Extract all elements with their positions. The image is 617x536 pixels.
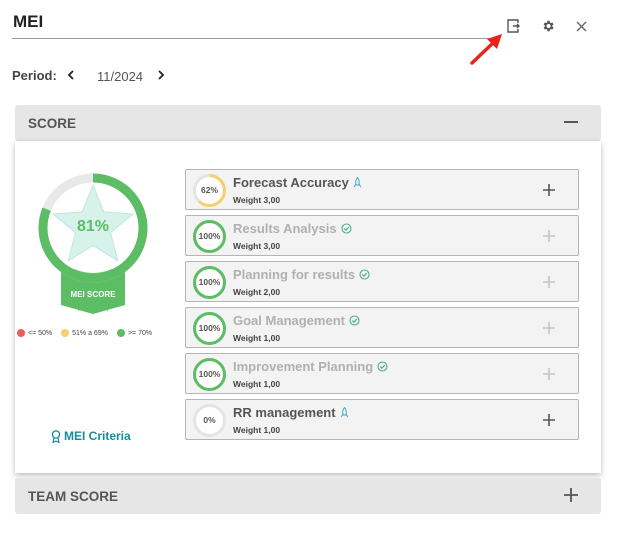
kpi-weight: Weight 1,00 <box>233 333 281 343</box>
mei-score-percent: 81% <box>76 218 110 235</box>
annotation-arrow-icon <box>470 34 502 65</box>
score-section-header[interactable]: SCORE <box>15 105 601 141</box>
legend-item-mid: 51% a 69% <box>61 329 108 337</box>
expand-plus-icon[interactable] <box>540 273 558 291</box>
expand-plus-icon[interactable] <box>540 411 558 429</box>
kpi-name: Planning for results <box>233 267 370 282</box>
kpi-weight: Weight 3,00 <box>233 195 281 205</box>
check-circle-icon <box>341 223 352 234</box>
kpi-row[interactable]: 62% Forecast Accuracy Weight 3,00 <box>185 169 579 210</box>
export-icon[interactable] <box>503 16 523 36</box>
kpi-weight: Weight 3,00 <box>233 241 281 251</box>
kpi-score: 100% <box>198 323 221 333</box>
kpi-row[interactable]: 0% RR management Weight 1,00 <box>185 399 579 440</box>
mei-score-badge: 81% MEI SCORE <box>34 173 152 315</box>
check-circle-icon <box>349 315 360 326</box>
team-score-section-header[interactable]: TEAM SCORE <box>15 478 601 514</box>
kpi-weight: Weight 1,00 <box>233 379 281 389</box>
kpi-name: RR management <box>233 405 349 420</box>
expand-plus-icon[interactable] <box>540 227 558 245</box>
chevron-left-icon[interactable] <box>64 66 78 84</box>
check-circle-icon <box>377 361 388 372</box>
kpi-name: Improvement Planning <box>233 359 388 374</box>
mei-score-label: MEI SCORE <box>70 290 116 299</box>
chevron-right-icon[interactable] <box>154 66 168 84</box>
kpi-row[interactable]: 100% Results Analysis Weight 3,00 <box>185 215 579 256</box>
minus-icon[interactable] <box>561 112 581 132</box>
legend-item-low: <= 50% <box>17 329 52 337</box>
close-icon[interactable] <box>571 16 591 36</box>
kpi-row[interactable]: 100% Planning for results Weight 2,00 <box>185 261 579 302</box>
kpi-score: 100% <box>198 369 221 379</box>
rocket-icon <box>353 177 362 188</box>
period-label: Period: <box>12 68 57 83</box>
page-title: MEI <box>13 12 44 31</box>
rocket-icon <box>340 407 349 418</box>
kpi-name: Results Analysis <box>233 221 352 236</box>
kpi-name: Forecast Accuracy <box>233 175 362 190</box>
kpi-score: 100% <box>198 277 221 287</box>
kpi-row[interactable]: 100% Goal Management Weight 1,00 <box>185 307 579 348</box>
kpi-weight: Weight 1,00 <box>233 425 281 435</box>
kpi-weight: Weight 2,00 <box>233 287 281 297</box>
kpi-name: Goal Management <box>233 313 360 328</box>
score-panel: 81% MEI SCORE <= 50% 51% a 69% >= 70% ME… <box>15 141 601 473</box>
period-value: 11/2024 <box>97 69 144 84</box>
legend-item-high: >= 70% <box>116 329 152 337</box>
expand-plus-icon[interactable] <box>540 181 558 199</box>
award-icon <box>51 429 61 443</box>
mei-criteria-link[interactable]: MEI Criteria <box>51 429 131 443</box>
kpi-score: 100% <box>198 231 221 241</box>
kpi-score: 62% <box>200 185 218 195</box>
expand-plus-icon[interactable] <box>540 319 558 337</box>
expand-plus-icon[interactable] <box>540 365 558 383</box>
kpi-row[interactable]: 100% Improvement Planning Weight 1,00 <box>185 353 579 394</box>
team-score-section-label: TEAM SCORE <box>28 489 119 504</box>
title-divider <box>12 38 492 39</box>
check-circle-icon <box>359 269 370 280</box>
score-section-label: SCORE <box>28 116 77 131</box>
kpi-score: 0% <box>203 415 216 425</box>
plus-icon[interactable] <box>561 485 581 505</box>
score-legend: <= 50% 51% a 69% >= 70% <box>17 329 161 337</box>
gear-icon[interactable] <box>538 16 558 36</box>
